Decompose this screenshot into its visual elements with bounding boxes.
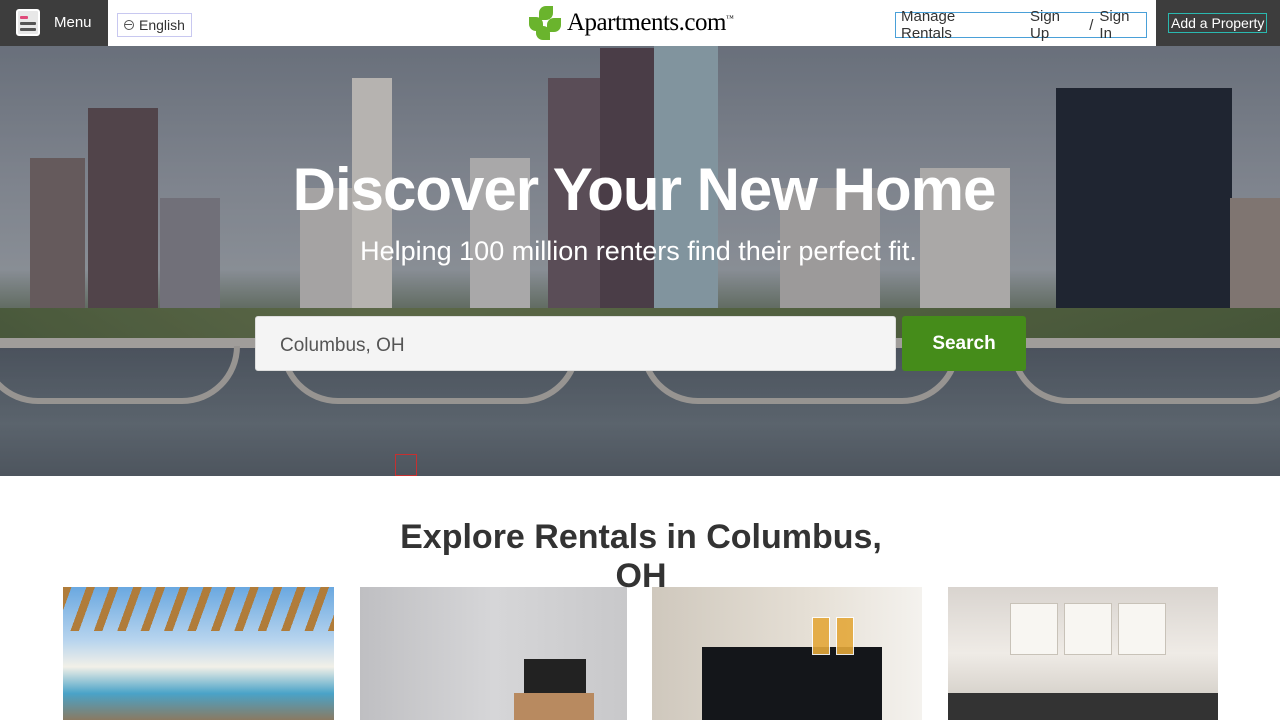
hero-title: Discover Your New Home	[292, 156, 997, 223]
logo-text: Apartments.com™	[567, 9, 734, 36]
site-header: Menu English Apartments.com™ Manage Rent…	[0, 0, 1280, 46]
language-label: English	[139, 17, 185, 33]
separator: /	[1089, 16, 1094, 34]
hero-banner: Discover Your New Home Helping 100 milli…	[0, 46, 1280, 476]
carousel-control[interactable]	[395, 454, 417, 476]
rental-card-pool[interactable]	[63, 587, 334, 720]
manage-rentals-link[interactable]: Manage Rentals	[901, 8, 1010, 42]
sign-up-link[interactable]: Sign Up	[1030, 8, 1083, 42]
add-property-container: Add a Property	[1156, 0, 1280, 46]
hero-subtitle: Helping 100 million renters find their p…	[360, 236, 917, 266]
add-property-button[interactable]: Add a Property	[1168, 13, 1268, 33]
explore-section-title: Explore Rentals in Columbus, OH	[400, 518, 882, 595]
menu-icon	[16, 9, 40, 36]
menu-button[interactable]: Menu	[0, 0, 108, 46]
account-links: Manage Rentals Sign Up / Sign In	[895, 8, 1147, 42]
kitchen-photo	[1010, 603, 1058, 655]
location-search-input[interactable]	[280, 335, 680, 357]
menu-label: Menu	[54, 14, 92, 31]
sign-in-link[interactable]: Sign In	[1099, 8, 1146, 42]
pool-pergola-photo	[63, 587, 334, 631]
rental-card-kitchen[interactable]	[948, 587, 1218, 720]
site-logo[interactable]: Apartments.com™	[529, 6, 753, 40]
logo-mark-icon	[529, 6, 563, 40]
search-box	[255, 316, 896, 371]
language-selector[interactable]: English	[117, 13, 192, 37]
rental-card-bar-lounge[interactable]	[652, 587, 922, 720]
rental-card-living-room[interactable]	[360, 587, 627, 720]
search-button[interactable]: Search	[902, 316, 1026, 371]
globe-icon	[124, 20, 134, 30]
bar-lounge-photo	[702, 647, 882, 720]
